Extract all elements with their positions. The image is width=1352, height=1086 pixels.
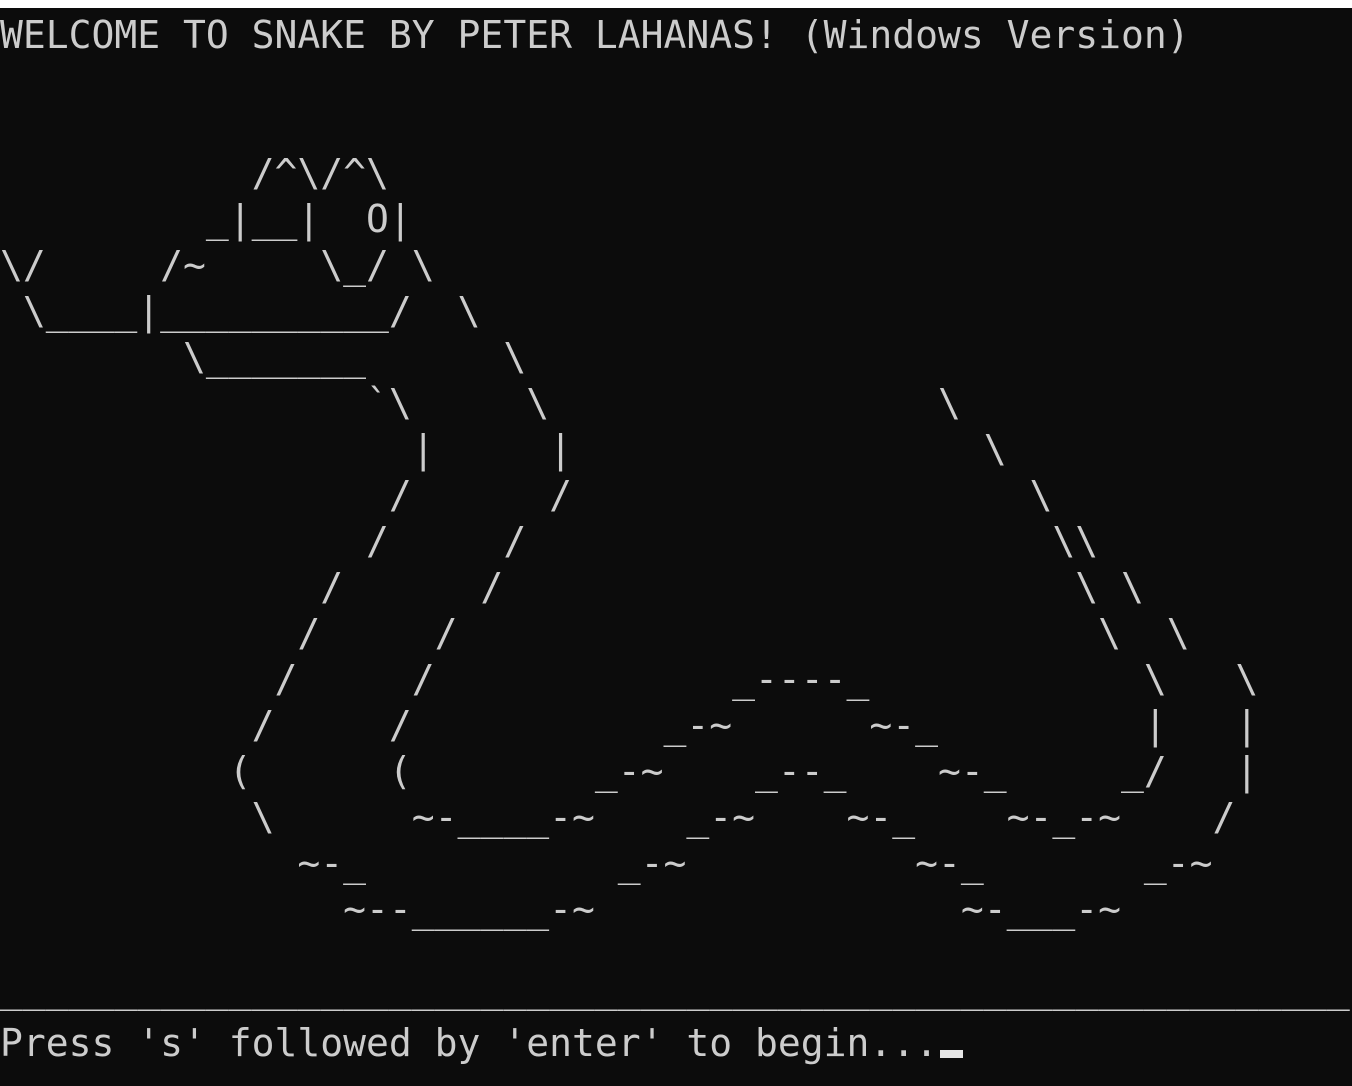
ascii-art-line: | | \ bbox=[0, 427, 1007, 471]
divider-line: ________________________________________… bbox=[0, 967, 1350, 1011]
ascii-art-line: `\ \ \ bbox=[0, 381, 961, 425]
ascii-art-line: / / \\ bbox=[0, 519, 1099, 563]
ascii-art-line: /^\/^\ bbox=[0, 151, 389, 195]
ascii-art-line: ~--______-~ ~-___-~ bbox=[0, 887, 1122, 931]
prompt-text: Press 's' followed by 'enter' to begin..… bbox=[0, 1021, 938, 1065]
ascii-art-line: \_______ \ bbox=[0, 335, 527, 379]
welcome-title: WELCOME TO SNAKE BY PETER LAHANAS! (Wind… bbox=[0, 13, 1190, 57]
ascii-art-line: / / \ bbox=[0, 473, 1053, 517]
ascii-art-line: ( ( _-~ _--_ ~-_ _/ | bbox=[0, 749, 1259, 793]
ascii-art-line: / / \ \ bbox=[0, 565, 1144, 609]
ascii-art-line: \____|__________/ \ bbox=[0, 289, 481, 333]
console-window: WELCOME TO SNAKE BY PETER LAHANAS! (Wind… bbox=[0, 8, 1352, 1086]
ascii-art-line: ~-_ _-~ ~-_ _-~ bbox=[0, 841, 1213, 885]
snake-ascii-art: /^\/^\ _|__| O| \/ /~ \_/ \ \____|_______… bbox=[0, 150, 1258, 932]
ascii-art-line: \ ~-____-~ _-~ ~-_ ~-_-~ / bbox=[0, 795, 1236, 839]
prompt-line[interactable]: Press 's' followed by 'enter' to begin..… bbox=[0, 1020, 963, 1066]
ascii-art-line: / / \ \ bbox=[0, 611, 1190, 655]
ascii-art-line: / / _-~ ~-_ | | bbox=[0, 703, 1259, 747]
ascii-art-line: _|__| O| bbox=[0, 197, 412, 241]
text-cursor bbox=[940, 1050, 963, 1058]
ascii-art-line: \/ /~ \_/ \ bbox=[0, 243, 435, 287]
ascii-art-line: / / _----_ \ \ bbox=[0, 657, 1259, 701]
